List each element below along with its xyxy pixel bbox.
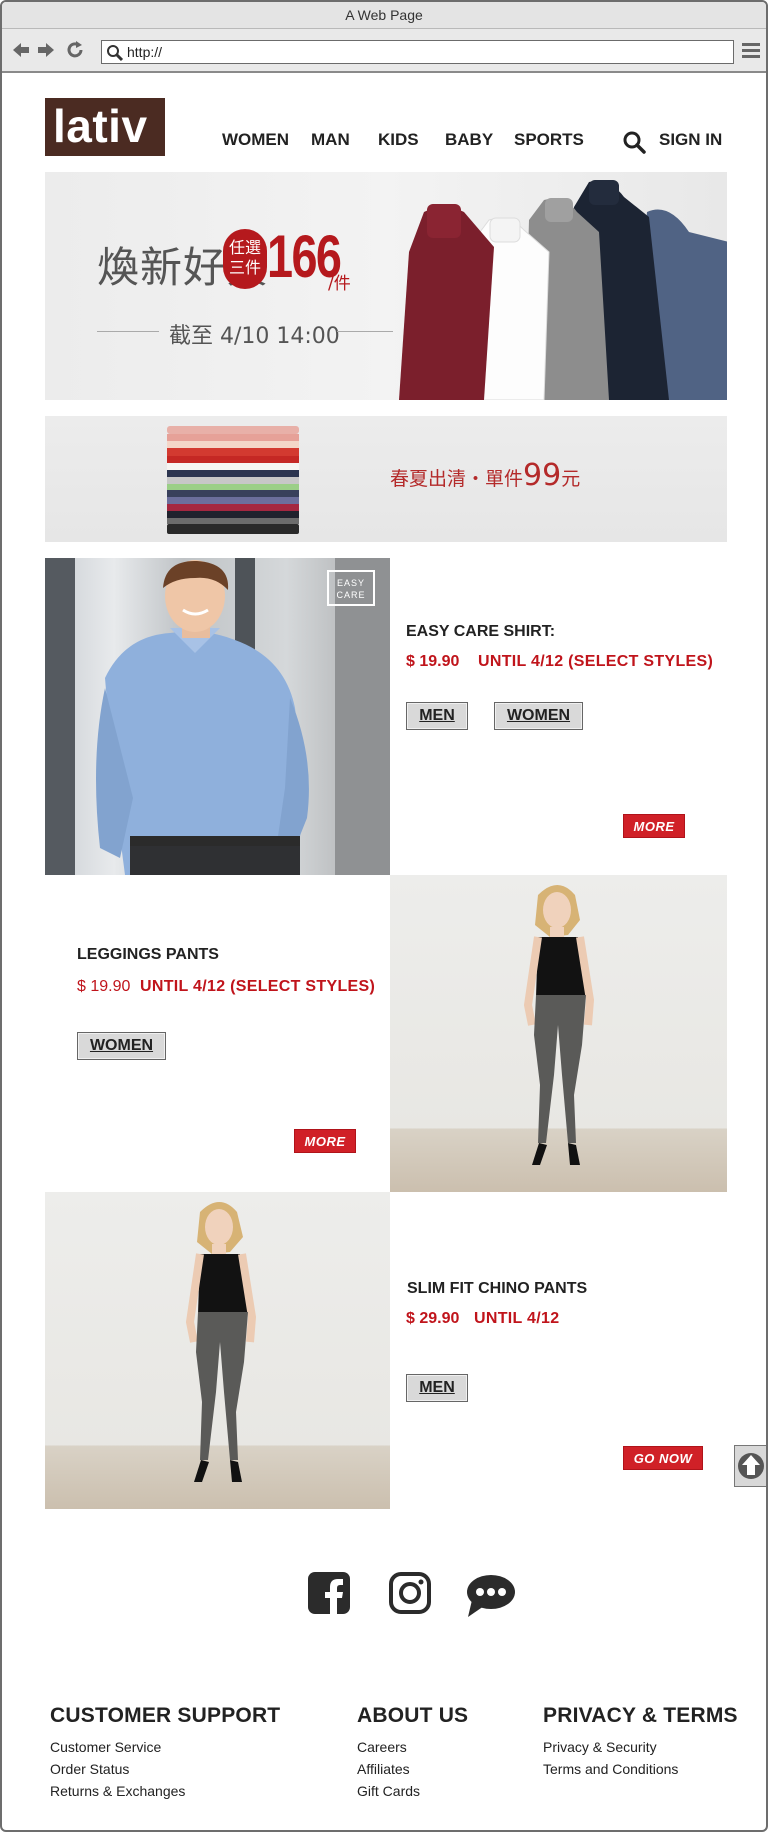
browser-window: A Web Page http:// lativ WOMEN MAN KIDS … — [0, 0, 768, 1832]
promo-banner-turtleneck[interactable]: 煥新好貨 任選 三件 166 /件 截至 4/10 14:00 — [45, 172, 727, 400]
nav-baby[interactable]: BABY — [445, 130, 493, 150]
footer-link-terms[interactable]: Terms and Conditions — [543, 1758, 738, 1780]
nav-man[interactable]: MAN — [311, 130, 350, 150]
nav-kids[interactable]: KIDS — [378, 130, 419, 150]
footer-link-careers[interactable]: Careers — [357, 1736, 468, 1758]
back-icon[interactable] — [10, 39, 32, 61]
product-promo: UNTIL 4/12 (SELECT STYLES) — [478, 653, 714, 670]
lativ-logo[interactable]: lativ — [45, 98, 165, 156]
turtleneck-sweaters-image — [399, 180, 727, 400]
divider — [337, 331, 393, 332]
footer-link-customer-service[interactable]: Customer Service — [50, 1736, 280, 1758]
menu-icon[interactable] — [742, 42, 760, 65]
woman-in-leggings-image — [523, 885, 595, 1165]
product-price: $ 19.90 — [406, 653, 460, 670]
banner1-deadline: 截至 4/10 14:00 — [169, 324, 340, 349]
url-text: http:// — [127, 44, 163, 60]
footer-about-us: ABOUT US Careers Affiliates Gift Cards — [357, 1704, 468, 1802]
sign-in-link[interactable]: SIGN IN — [659, 130, 722, 150]
divider — [97, 331, 159, 332]
product-title: EASY CARE SHIRT: — [406, 623, 556, 640]
footer-link-returns[interactable]: Returns & Exchanges — [50, 1780, 280, 1802]
more-button[interactable]: MORE — [294, 1129, 356, 1153]
go-now-button[interactable]: GO NOW — [623, 1446, 703, 1470]
shop-women-button[interactable]: WOMEN — [77, 1032, 166, 1060]
address-bar[interactable]: http:// — [101, 40, 734, 64]
arrow-up-icon — [738, 1453, 764, 1479]
footer-heading: PRIVACY & TERMS — [543, 1704, 738, 1727]
reload-icon[interactable] — [64, 39, 86, 61]
chat-icon[interactable] — [466, 1574, 516, 1623]
slim-fit-chino-photo[interactable] — [45, 1192, 390, 1509]
browser-toolbar: http:// — [2, 29, 766, 73]
facebook-icon[interactable] — [308, 1572, 350, 1619]
footer-customer-support: CUSTOMER SUPPORT Customer Service Order … — [50, 1704, 280, 1802]
nav-women[interactable]: WOMEN — [222, 130, 289, 150]
nav-sports[interactable]: SPORTS — [514, 130, 584, 150]
easy-care-tag: EASY CARE — [327, 570, 375, 606]
footer-link-gift-cards[interactable]: Gift Cards — [357, 1780, 468, 1802]
woman-in-pants-image — [185, 1202, 257, 1482]
footer-heading: CUSTOMER SUPPORT — [50, 1704, 281, 1727]
product-title: LEGGINGS PANTS — [77, 946, 219, 963]
product-promo: UNTIL 4/12 — [474, 1310, 560, 1327]
instagram-icon[interactable] — [389, 1572, 431, 1619]
shop-women-button[interactable]: WOMEN — [494, 702, 583, 730]
banner2-text: 春夏出清・單件99元 — [390, 458, 581, 493]
footer-heading: ABOUT US — [357, 1704, 469, 1727]
easy-care-shirt-photo[interactable]: EASY CARE — [45, 558, 390, 875]
footer-privacy-terms: PRIVACY & TERMS Privacy & Security Terms… — [543, 1704, 738, 1780]
product-title: SLIM FIT CHINO PANTS — [407, 1280, 588, 1297]
window-title: A Web Page — [2, 2, 766, 29]
banner1-unit: /件 — [328, 274, 351, 294]
search-icon[interactable] — [622, 130, 646, 159]
banner1-badge: 任選 三件 — [223, 229, 267, 289]
search-icon — [107, 45, 124, 62]
footer-link-affiliates[interactable]: Affiliates — [357, 1758, 468, 1780]
scroll-to-top-button[interactable] — [734, 1445, 766, 1487]
shop-men-button[interactable]: MEN — [406, 702, 468, 730]
product-price: $ 29.90 — [406, 1310, 460, 1327]
leggings-pants-photo[interactable] — [390, 875, 727, 1192]
forward-icon[interactable] — [35, 39, 57, 61]
promo-banner-clearance[interactable]: 春夏出清・單件99元 — [45, 416, 727, 542]
footer-link-order-status[interactable]: Order Status — [50, 1758, 280, 1780]
shop-men-button[interactable]: MEN — [406, 1374, 468, 1402]
folded-tshirts-stack-image — [167, 426, 299, 534]
product-promo: UNTIL 4/12 (SELECT STYLES) — [140, 978, 376, 995]
product-price: $ 19.90 — [77, 978, 131, 995]
more-button[interactable]: MORE — [623, 814, 685, 838]
footer-link-privacy[interactable]: Privacy & Security — [543, 1736, 738, 1758]
